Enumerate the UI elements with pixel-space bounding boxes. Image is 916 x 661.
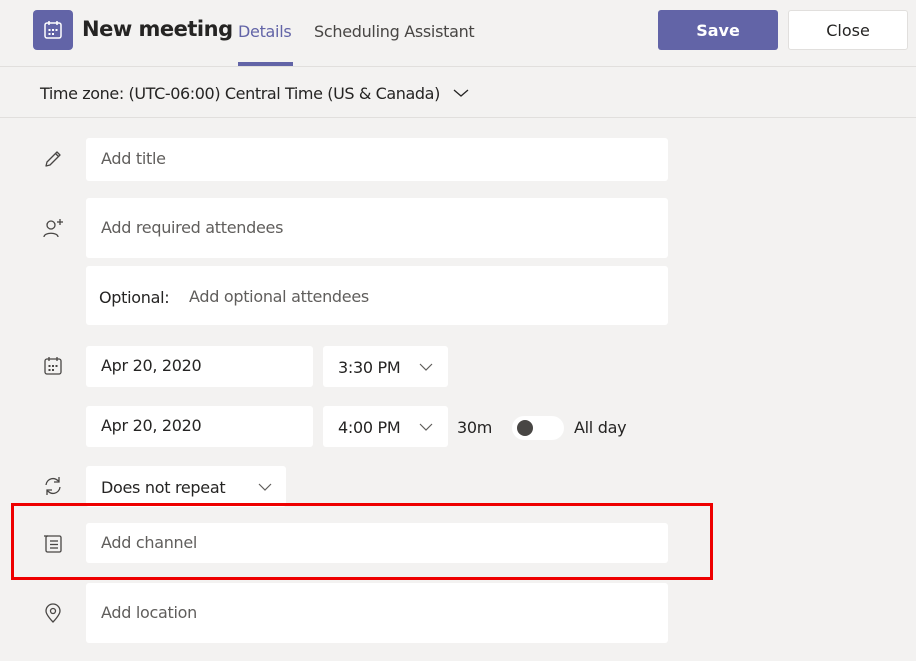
required-attendees-input[interactable]: Add required attendees (86, 198, 668, 258)
end-date-value: Apr 20, 2020 (101, 416, 202, 435)
chevron-down-icon (419, 363, 433, 371)
title-placeholder: Add title (101, 149, 166, 168)
all-day-toggle[interactable] (512, 416, 564, 440)
location-input[interactable]: Add location (86, 583, 668, 643)
pencil-icon (45, 151, 61, 167)
end-date-input[interactable]: Apr 20, 2020 (86, 406, 313, 447)
end-time-value: 4:00 PM (338, 418, 401, 437)
chevron-down-icon[interactable] (452, 85, 470, 101)
tab-details[interactable]: Details (238, 22, 292, 41)
timezone-label: Time zone: (UTC-06:00) Central Time (US … (40, 84, 440, 103)
toggle-knob (517, 420, 533, 436)
optional-attendees-placeholder: Add optional attendees (189, 287, 369, 306)
chevron-down-icon (419, 423, 433, 431)
required-attendees-placeholder: Add required attendees (101, 218, 284, 237)
save-button[interactable]: Save (658, 10, 778, 50)
title-input[interactable]: Add title (86, 138, 668, 181)
start-time-value: 3:30 PM (338, 358, 401, 377)
tab-scheduling-assistant[interactable]: Scheduling Assistant (314, 22, 475, 41)
start-date-input[interactable]: Apr 20, 2020 (86, 346, 313, 387)
all-day-label: All day (574, 418, 627, 437)
optional-label: Optional: (99, 288, 170, 307)
repeat-select[interactable]: Does not repeat (86, 466, 286, 507)
end-time-select[interactable]: 4:00 PM (323, 406, 448, 447)
repeat-icon (45, 477, 61, 495)
header: New meeting Details Scheduling Assistant… (0, 0, 916, 67)
start-date-value: Apr 20, 2020 (101, 356, 202, 375)
chevron-down-icon (258, 483, 272, 491)
close-button[interactable]: Close (788, 10, 908, 50)
calendar-icon (44, 357, 62, 375)
start-time-select[interactable]: 3:30 PM (323, 346, 448, 387)
repeat-value: Does not repeat (101, 478, 226, 497)
optional-attendees-input[interactable]: Optional: Add optional attendees (86, 266, 668, 325)
location-placeholder: Add location (101, 603, 197, 622)
active-tab-indicator (238, 62, 293, 66)
add-person-icon (43, 219, 63, 238)
location-icon (45, 603, 61, 623)
highlight-box (11, 503, 713, 580)
duration-label: 30m (457, 418, 493, 437)
page-title: New meeting (82, 17, 233, 41)
calendar-icon (33, 10, 73, 50)
